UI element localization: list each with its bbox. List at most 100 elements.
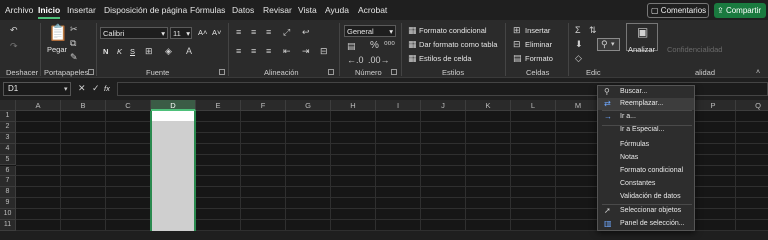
menu-item-0[interactable]: ⚲ Buscar...	[598, 86, 694, 97]
align-center-icon[interactable]: ≡	[251, 47, 256, 56]
wrap-text-icon[interactable]: ↩	[302, 28, 310, 37]
align-left-icon[interactable]: ≡	[236, 47, 241, 56]
increase-indent-icon[interactable]: ⇥	[302, 47, 310, 56]
column-header-b[interactable]: B	[61, 100, 106, 111]
decrease-indent-icon[interactable]: ⇤	[283, 47, 291, 56]
underline-button[interactable]: S	[130, 47, 135, 56]
bold-button[interactable]: N	[103, 47, 108, 56]
tab-datos[interactable]: Datos	[232, 5, 254, 15]
column-header-g[interactable]: G	[286, 100, 331, 111]
tab-formulas[interactable]: Fórmulas	[190, 5, 225, 15]
portapapeles-launcher-icon[interactable]	[88, 69, 94, 75]
italic-button[interactable]: K	[117, 47, 122, 56]
menu-item-4[interactable]: Fórmulas	[598, 139, 694, 150]
formato-cells-button[interactable]: Formato	[525, 54, 553, 63]
row-header-7[interactable]: 7	[0, 176, 16, 188]
clear-icon[interactable]: ◇	[575, 54, 582, 63]
row-header-8[interactable]: 8	[0, 187, 16, 199]
chevron-down-icon[interactable]: ▾	[64, 85, 68, 94]
column-header-d[interactable]: D	[151, 100, 196, 111]
tab-insertar[interactable]: Insertar	[67, 5, 96, 15]
increase-decimal-icon[interactable]: ←.0	[347, 56, 364, 65]
fuente-launcher-icon[interactable]	[219, 69, 225, 75]
alineacion-launcher-icon[interactable]	[328, 69, 334, 75]
format-painter-icon[interactable]: ✎	[70, 53, 78, 62]
tab-revisar[interactable]: Revisar	[263, 5, 292, 15]
share-button[interactable]: ⇪ Compartir	[714, 3, 766, 18]
font-color-icon[interactable]: A	[186, 47, 192, 56]
sort-filter-icon[interactable]: ⇅	[589, 26, 597, 35]
menu-item-7[interactable]: Constantes	[598, 178, 694, 189]
tab-inicio[interactable]: Inicio	[38, 5, 61, 19]
menu-item-5[interactable]: Notas	[598, 152, 694, 163]
column-header-f[interactable]: F	[241, 100, 286, 111]
eliminar-cells-button[interactable]: Eliminar	[525, 40, 552, 49]
tab-vista[interactable]: Vista	[298, 5, 317, 15]
orientation-icon[interactable]: ⤢	[283, 28, 290, 37]
number-format-select[interactable]: General ▾	[344, 25, 396, 37]
increase-font-icon[interactable]: A˄	[198, 28, 207, 37]
thousands-icon[interactable]: ⁰⁰⁰	[384, 41, 395, 50]
column-header-m[interactable]: M	[556, 100, 601, 111]
menu-item-8[interactable]: Validación de datos	[598, 191, 694, 202]
align-bottom-icon[interactable]: ≡	[266, 28, 271, 37]
dar-formato-tabla-button[interactable]: Dar formato como tabla	[419, 40, 497, 49]
row-header-4[interactable]: 4	[0, 143, 16, 155]
column-header-j[interactable]: J	[421, 100, 466, 111]
cut-icon[interactable]: ✂	[70, 25, 78, 34]
estilos-celda-button[interactable]: Estilos de celda	[419, 54, 472, 63]
select-all-corner[interactable]	[0, 100, 16, 111]
percent-icon[interactable]: %	[370, 41, 379, 51]
row-header-9[interactable]: 9	[0, 198, 16, 210]
menu-item-1[interactable]: ⇄ Reemplazar...	[598, 98, 694, 110]
insertar-cells-button[interactable]: Insertar	[525, 26, 550, 35]
redo-icon[interactable]: ↷	[10, 42, 18, 51]
undo-icon[interactable]: ↶	[10, 26, 18, 35]
insert-function-button[interactable]: fx	[104, 84, 110, 93]
menu-item-10[interactable]: ▥ Panel de selección...	[598, 218, 694, 229]
menu-item-9[interactable]: ➚ Seleccionar objetos	[598, 205, 694, 216]
font-name-select[interactable]: Calibri ▾	[100, 27, 168, 39]
enter-icon[interactable]: ✓	[92, 84, 100, 93]
fill-icon[interactable]: ⬇	[575, 40, 583, 49]
column-header-a[interactable]: A	[16, 100, 61, 111]
column-header-q[interactable]: Q	[736, 100, 768, 111]
column-header-p[interactable]: P	[691, 100, 736, 111]
find-select-button[interactable]: ⚲ ▾	[597, 38, 620, 51]
column-header-h[interactable]: H	[331, 100, 376, 111]
cancel-icon[interactable]: ✕	[78, 84, 86, 93]
tab-acrobat[interactable]: Acrobat	[358, 5, 387, 15]
paste-icon[interactable]: 📋	[48, 26, 68, 42]
tab-disposicion[interactable]: Disposición de página	[104, 5, 187, 15]
column-header-i[interactable]: I	[376, 100, 421, 111]
align-right-icon[interactable]: ≡	[266, 47, 271, 56]
column-header-e[interactable]: E	[196, 100, 241, 111]
selected-column-range[interactable]	[150, 111, 196, 231]
align-top-icon[interactable]: ≡	[236, 28, 241, 37]
column-header-l[interactable]: L	[511, 100, 556, 111]
name-box[interactable]: D1	[3, 82, 71, 96]
currency-icon[interactable]: ▤	[347, 42, 356, 51]
menu-item-6[interactable]: Formato condicional	[598, 165, 694, 176]
row-header-10[interactable]: 10	[0, 209, 16, 220]
row-header-3[interactable]: 3	[0, 132, 16, 144]
decrease-font-icon[interactable]: A˅	[212, 28, 221, 37]
row-header-11[interactable]: 11	[0, 220, 16, 231]
copy-icon[interactable]: ⧉	[70, 39, 76, 48]
borders-icon[interactable]: ⊞	[145, 47, 153, 56]
autosum-icon[interactable]: Σ	[575, 26, 581, 35]
align-middle-icon[interactable]: ≡	[251, 28, 256, 37]
row-header-1[interactable]: 1	[0, 111, 16, 122]
font-size-select[interactable]: 11 ▾	[170, 27, 192, 39]
tab-ayuda[interactable]: Ayuda	[325, 5, 349, 15]
paste-label[interactable]: Pegar	[47, 45, 67, 54]
column-header-c[interactable]: C	[106, 100, 151, 111]
menu-item-2[interactable]: → Ir a...	[598, 111, 694, 122]
row-header-5[interactable]: 5	[0, 154, 16, 166]
tab-archivo[interactable]: Archivo	[5, 5, 33, 15]
formato-condicional-button[interactable]: Formato condicional	[419, 26, 487, 35]
fill-color-icon[interactable]: ◈	[165, 47, 172, 56]
row-header-6[interactable]: 6	[0, 165, 16, 177]
row-header-2[interactable]: 2	[0, 121, 16, 133]
active-cell[interactable]	[152, 111, 194, 121]
